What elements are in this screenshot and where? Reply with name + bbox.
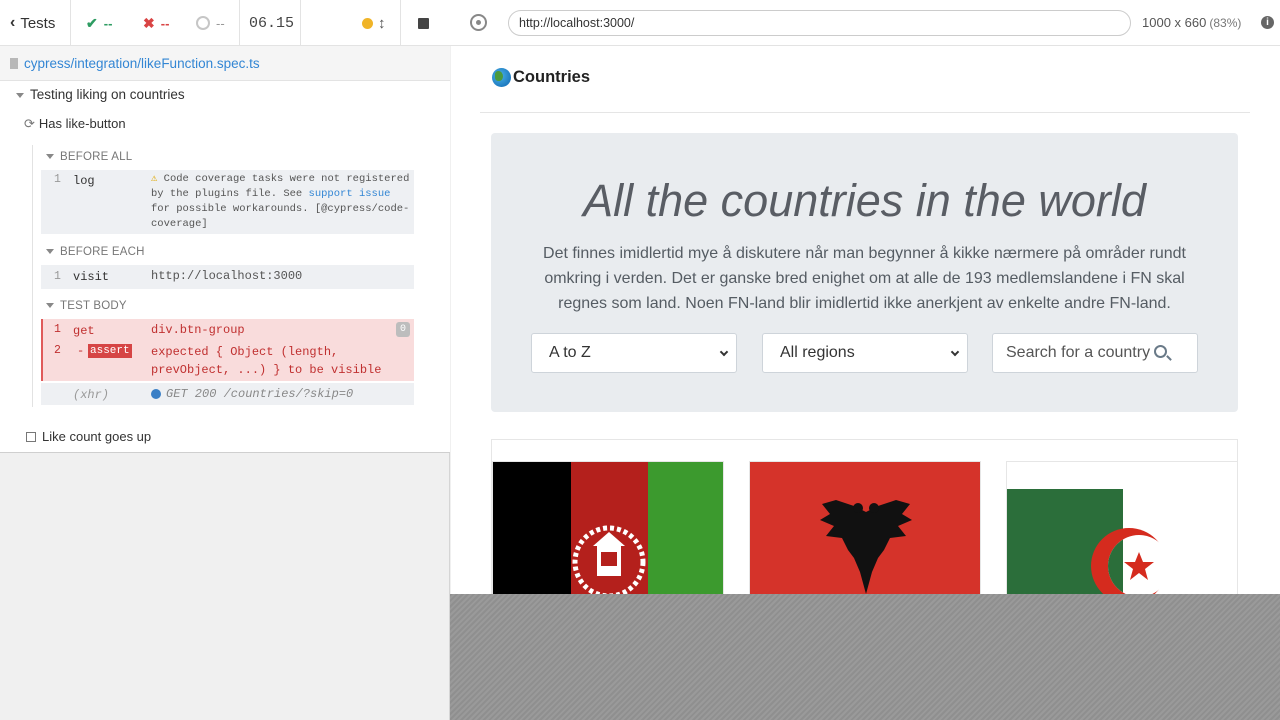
failed-count[interactable]: ✖ --	[143, 0, 169, 46]
support-link[interactable]: support	[309, 188, 353, 200]
globe-icon	[492, 68, 511, 87]
collapse-caret-icon	[46, 303, 54, 309]
test-like-count-goes-up[interactable]: Like count goes up	[26, 429, 151, 444]
assert-dash: -	[77, 344, 85, 358]
check-icon: ✔	[86, 14, 98, 31]
hero-jumbotron: All the countries in the world Det finne…	[491, 133, 1238, 412]
warning-icon: ⚠	[151, 173, 158, 185]
chevron-left-icon: ‹	[10, 14, 16, 31]
divider	[70, 0, 71, 46]
divider	[239, 0, 240, 46]
country-card-list	[491, 439, 1238, 594]
selector-playground-icon[interactable]	[470, 14, 487, 31]
navbar-divider	[480, 112, 1250, 113]
chevron-down-icon	[950, 347, 960, 357]
hook-test-body[interactable]: TEST BODY	[46, 300, 127, 312]
hook-before-each[interactable]: BEFORE EACH	[46, 246, 145, 258]
auto-scroll-icon[interactable]: ↕	[378, 0, 386, 46]
pending-count[interactable]: --	[196, 0, 225, 46]
viewport-size: 1000 x 660 (83%)	[1142, 15, 1242, 30]
country-search-input[interactable]: Search for a country	[992, 333, 1198, 373]
region-select[interactable]: All regions	[762, 333, 968, 373]
collapse-caret-icon	[46, 154, 54, 160]
app-iframe: Countries All the countries in the world…	[451, 46, 1280, 594]
passed-count[interactable]: ✔ --	[86, 0, 112, 46]
command-get[interactable]: 1 get div.btn-group 0	[43, 319, 414, 341]
runnables: Testing liking on countries ⟳ Has like-bu…	[0, 81, 450, 453]
assert-message: expected { Object (length, prevObject, .…	[151, 345, 382, 377]
test-indent-line	[32, 145, 33, 407]
collapse-caret-icon	[46, 249, 54, 255]
issue-link[interactable]: issue	[359, 188, 391, 200]
navbar-brand[interactable]: Countries	[492, 68, 590, 87]
algeria-flag-image	[1007, 462, 1237, 594]
stats-bar: ‹ Tests ✔ -- ✖ -- -- 06.15 ↕	[0, 0, 450, 46]
tests-label: Tests	[20, 14, 56, 32]
pending-square-icon	[26, 432, 36, 442]
info-icon[interactable]: i	[1261, 16, 1274, 29]
command-xhr[interactable]: (xhr) GET 200 /countries/?skip=0	[41, 383, 414, 405]
test-has-like-button[interactable]: ⟳ Has like-button	[24, 116, 126, 132]
stage-background	[450, 594, 1280, 720]
country-card-albania[interactable]	[749, 461, 981, 594]
country-card-afghanistan[interactable]	[492, 461, 724, 594]
chevron-down-icon	[719, 347, 729, 357]
command-log[interactable]: 1 log ⚠ Code coverage tasks were not reg…	[41, 170, 414, 234]
command-group-failed: 1 get div.btn-group 0 2 - assert expecte…	[41, 319, 414, 381]
search-icon	[1154, 345, 1168, 358]
sort-select[interactable]: A to Z	[531, 333, 737, 373]
suite-title[interactable]: Testing liking on countries	[16, 87, 185, 102]
divider	[300, 0, 301, 46]
afghanistan-flag-image	[493, 462, 723, 594]
hook-before-all[interactable]: BEFORE ALL	[46, 151, 132, 163]
pending-ring-icon	[196, 16, 210, 30]
running-spinner-icon: ⟳	[24, 116, 35, 131]
albania-flag-image	[750, 462, 980, 594]
spec-path-link[interactable]: cypress/integration/likeFunction.spec.ts	[24, 56, 260, 71]
file-icon	[10, 57, 18, 69]
x-icon: ✖	[143, 14, 155, 31]
stop-icon	[418, 17, 429, 29]
aut-header: http://localhost:3000/ 1000 x 660 (83%) i	[450, 0, 1280, 46]
url-bar[interactable]: http://localhost:3000/	[508, 10, 1131, 36]
element-count-badge: 0	[396, 322, 410, 337]
xhr-status-dot-icon	[151, 389, 161, 399]
back-to-tests-button[interactable]: ‹ Tests	[10, 0, 55, 46]
stop-button[interactable]	[418, 0, 429, 46]
divider	[400, 0, 401, 46]
assert-badge: assert	[88, 344, 132, 358]
hero-title: All the countries in the world	[583, 175, 1146, 226]
running-status-icon	[362, 0, 373, 46]
country-card-algeria[interactable]	[1006, 461, 1238, 594]
reporter-panel: ‹ Tests ✔ -- ✖ -- -- 06.15 ↕ cypress/int…	[0, 0, 450, 720]
command-assert[interactable]: 2 - assert expected { Object (length, pr…	[43, 341, 414, 381]
hero-text: Det finnes imidlertid mye å diskutere nå…	[543, 245, 1186, 312]
spec-header: cypress/integration/likeFunction.spec.ts	[0, 46, 450, 81]
command-message: ⚠ Code coverage tasks were not registere…	[151, 173, 410, 230]
command-visit[interactable]: 1 visit http://localhost:3000	[41, 265, 414, 289]
duration: 06.15	[249, 14, 295, 32]
collapse-caret-icon	[16, 92, 24, 98]
